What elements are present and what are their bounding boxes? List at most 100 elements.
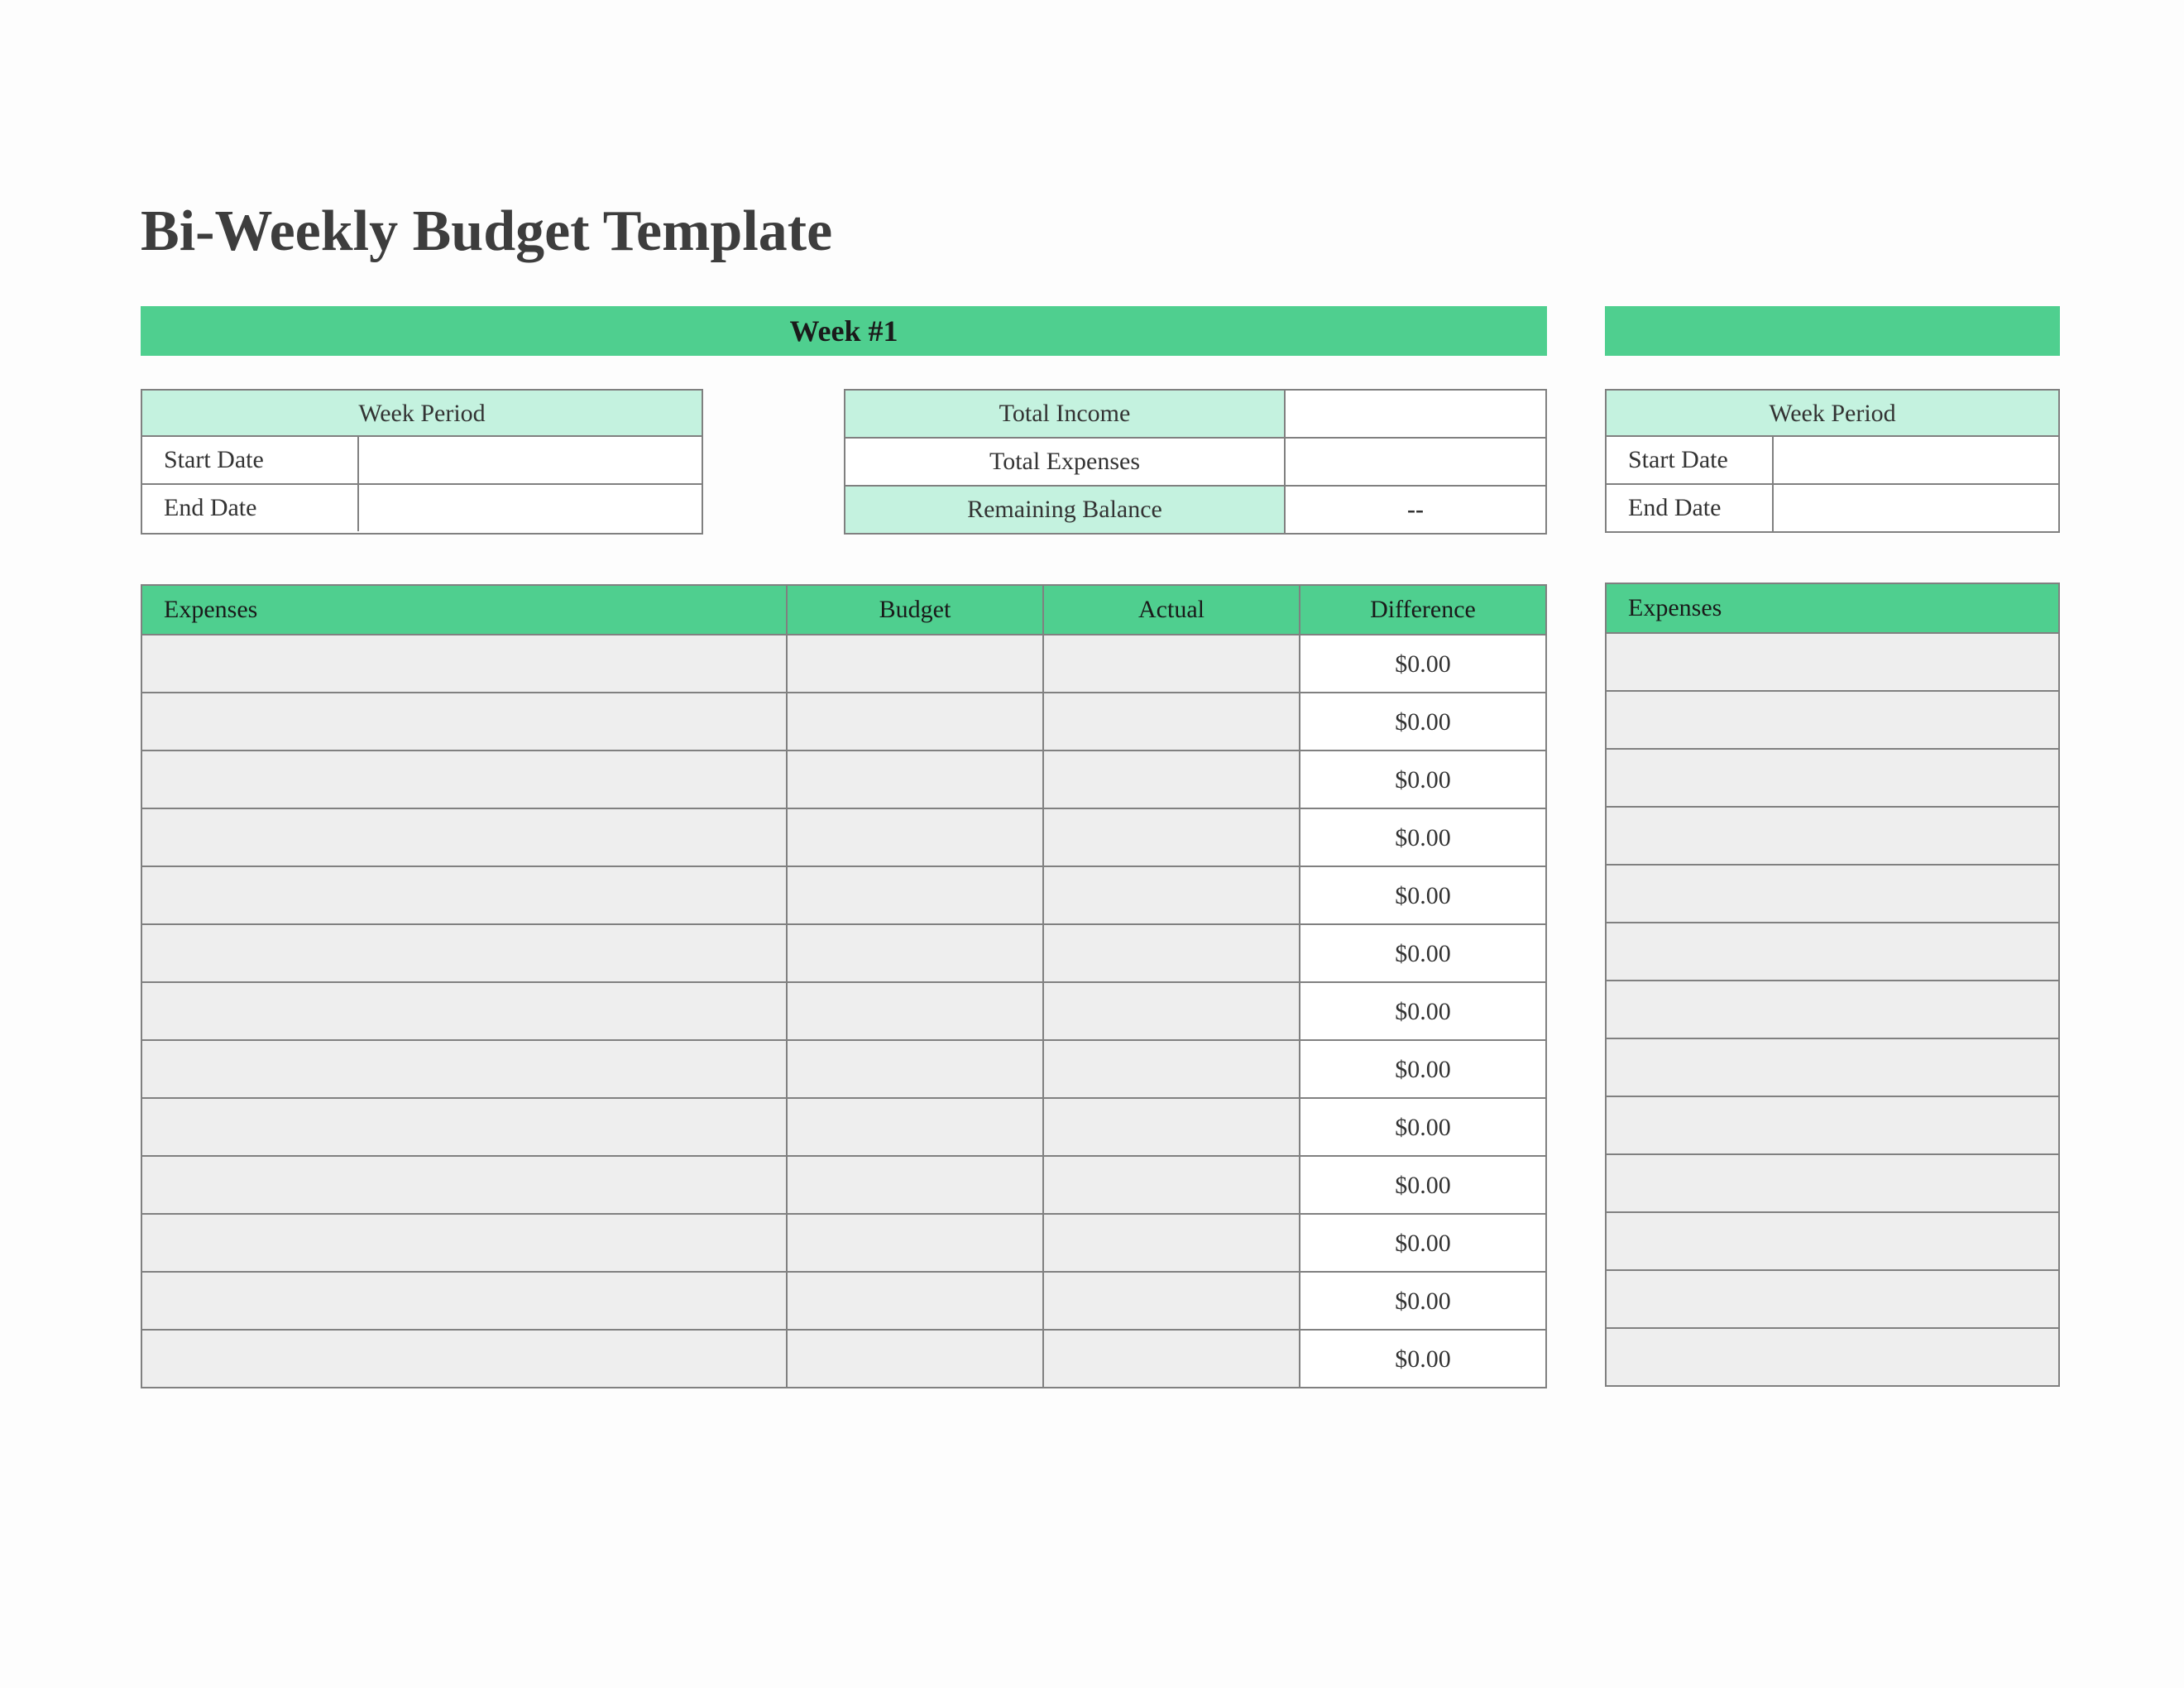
expense-name-cell[interactable] bbox=[142, 1157, 788, 1213]
table-row bbox=[1607, 922, 2058, 980]
expense-name-cell[interactable] bbox=[142, 1331, 788, 1387]
week1-expenses-table: Expenses Budget Actual Difference $0.00$… bbox=[141, 584, 1547, 1388]
actual-cell[interactable] bbox=[1044, 925, 1300, 981]
difference-cell: $0.00 bbox=[1300, 1273, 1545, 1329]
expense-name-cell[interactable] bbox=[142, 751, 788, 808]
week1-remaining-balance-value: -- bbox=[1284, 487, 1545, 533]
table-row: $0.00 bbox=[142, 634, 1545, 692]
budget-cell[interactable] bbox=[788, 635, 1044, 692]
expense-name-cell[interactable] bbox=[1607, 750, 2058, 806]
week2-end-date-input[interactable] bbox=[1772, 485, 2058, 531]
difference-cell: $0.00 bbox=[1300, 635, 1545, 692]
table-row bbox=[1607, 980, 2058, 1038]
difference-cell: $0.00 bbox=[1300, 751, 1545, 808]
table-row bbox=[1607, 1153, 2058, 1211]
actual-cell[interactable] bbox=[1044, 1099, 1300, 1155]
budget-cell[interactable] bbox=[788, 751, 1044, 808]
week1-col-difference: Difference bbox=[1300, 586, 1545, 634]
difference-cell: $0.00 bbox=[1300, 1331, 1545, 1387]
actual-cell[interactable] bbox=[1044, 693, 1300, 750]
actual-cell[interactable] bbox=[1044, 1157, 1300, 1213]
expense-name-cell[interactable] bbox=[1607, 808, 2058, 864]
expense-name-cell[interactable] bbox=[1607, 1039, 2058, 1096]
week2-period-box: Week Period Start Date End Date bbox=[1605, 389, 2060, 533]
expense-name-cell[interactable] bbox=[142, 1273, 788, 1329]
expense-name-cell[interactable] bbox=[142, 867, 788, 923]
budget-cell[interactable] bbox=[788, 693, 1044, 750]
actual-cell[interactable] bbox=[1044, 1273, 1300, 1329]
week2-start-date-input[interactable] bbox=[1772, 437, 2058, 483]
budget-cell[interactable] bbox=[788, 809, 1044, 866]
table-row: $0.00 bbox=[142, 692, 1545, 750]
week2-end-date-label: End Date bbox=[1607, 485, 1772, 531]
budget-cell[interactable] bbox=[788, 1215, 1044, 1271]
expense-name-cell[interactable] bbox=[142, 983, 788, 1039]
week1-totals-box: Total Income Total Expenses Remaining Ba… bbox=[844, 389, 1547, 535]
difference-cell: $0.00 bbox=[1300, 867, 1545, 923]
table-row: $0.00 bbox=[142, 750, 1545, 808]
week1-total-income-value[interactable] bbox=[1284, 391, 1545, 437]
expense-name-cell[interactable] bbox=[1607, 1329, 2058, 1385]
week1-end-date-input[interactable] bbox=[357, 485, 702, 531]
table-row bbox=[1607, 632, 2058, 690]
expense-name-cell[interactable] bbox=[1607, 923, 2058, 980]
actual-cell[interactable] bbox=[1044, 1215, 1300, 1271]
difference-cell: $0.00 bbox=[1300, 1157, 1545, 1213]
table-row: $0.00 bbox=[142, 1097, 1545, 1155]
week1-total-expenses-label: Total Expenses bbox=[845, 439, 1284, 485]
actual-cell[interactable] bbox=[1044, 1331, 1300, 1387]
expense-name-cell[interactable] bbox=[142, 809, 788, 866]
actual-cell[interactable] bbox=[1044, 867, 1300, 923]
week1-column: Week #1 Week Period Start Date End Date bbox=[141, 306, 1547, 1388]
difference-cell: $0.00 bbox=[1300, 983, 1545, 1039]
expense-name-cell[interactable] bbox=[1607, 1213, 2058, 1269]
table-row: $0.00 bbox=[142, 1271, 1545, 1329]
week2-column: Week Period Start Date End Date Expenses bbox=[1605, 306, 2060, 1388]
expense-name-cell[interactable] bbox=[142, 1215, 788, 1271]
budget-cell[interactable] bbox=[788, 867, 1044, 923]
difference-cell: $0.00 bbox=[1300, 1099, 1545, 1155]
actual-cell[interactable] bbox=[1044, 751, 1300, 808]
actual-cell[interactable] bbox=[1044, 983, 1300, 1039]
budget-cell[interactable] bbox=[788, 983, 1044, 1039]
table-row: $0.00 bbox=[142, 1329, 1545, 1387]
table-row bbox=[1607, 806, 2058, 864]
expense-name-cell[interactable] bbox=[1607, 1155, 2058, 1211]
table-row: $0.00 bbox=[142, 1213, 1545, 1271]
table-row: $0.00 bbox=[142, 923, 1545, 981]
difference-cell: $0.00 bbox=[1300, 925, 1545, 981]
week1-col-expenses: Expenses bbox=[142, 586, 788, 634]
expense-name-cell[interactable] bbox=[1607, 981, 2058, 1038]
expense-name-cell[interactable] bbox=[1607, 1097, 2058, 1153]
table-row bbox=[1607, 1211, 2058, 1269]
table-row: $0.00 bbox=[142, 866, 1545, 923]
expense-name-cell[interactable] bbox=[1607, 634, 2058, 690]
week1-period-header: Week Period bbox=[142, 391, 702, 437]
table-row: $0.00 bbox=[142, 1155, 1545, 1213]
expense-name-cell[interactable] bbox=[142, 1041, 788, 1097]
expense-name-cell[interactable] bbox=[142, 635, 788, 692]
actual-cell[interactable] bbox=[1044, 809, 1300, 866]
actual-cell[interactable] bbox=[1044, 635, 1300, 692]
budget-cell[interactable] bbox=[788, 1273, 1044, 1329]
expense-name-cell[interactable] bbox=[142, 925, 788, 981]
actual-cell[interactable] bbox=[1044, 1041, 1300, 1097]
difference-cell: $0.00 bbox=[1300, 809, 1545, 866]
week1-total-income-label: Total Income bbox=[845, 391, 1284, 437]
difference-cell: $0.00 bbox=[1300, 1215, 1545, 1271]
budget-cell[interactable] bbox=[788, 1331, 1044, 1387]
week2-period-header: Week Period bbox=[1607, 391, 2058, 437]
budget-cell[interactable] bbox=[788, 925, 1044, 981]
expense-name-cell[interactable] bbox=[142, 1099, 788, 1155]
table-row bbox=[1607, 748, 2058, 806]
week1-end-date-label: End Date bbox=[142, 485, 357, 531]
expense-name-cell[interactable] bbox=[1607, 692, 2058, 748]
expense-name-cell[interactable] bbox=[1607, 866, 2058, 922]
budget-cell[interactable] bbox=[788, 1099, 1044, 1155]
expense-name-cell[interactable] bbox=[1607, 1271, 2058, 1327]
expense-name-cell[interactable] bbox=[142, 693, 788, 750]
week1-start-date-input[interactable] bbox=[357, 437, 702, 483]
week1-banner: Week #1 bbox=[141, 306, 1547, 356]
budget-cell[interactable] bbox=[788, 1157, 1044, 1213]
budget-cell[interactable] bbox=[788, 1041, 1044, 1097]
